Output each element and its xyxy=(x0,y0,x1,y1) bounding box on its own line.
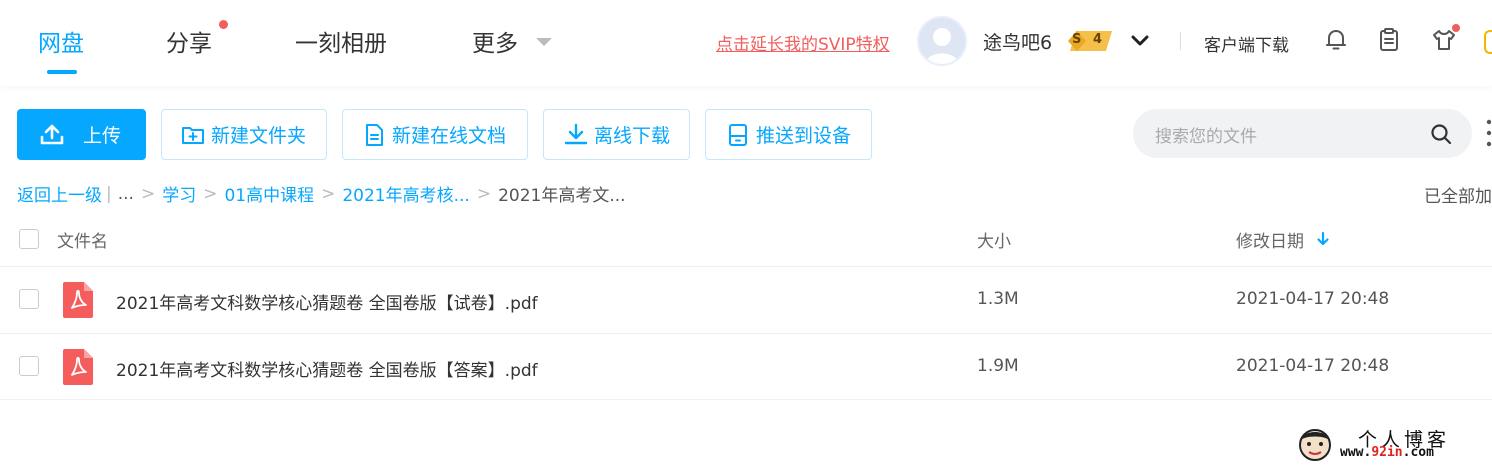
breadcrumb-separator: > xyxy=(476,183,492,204)
table-row[interactable]: 2021年高考文科数学核心猜题卷 全国卷版【答案】.pdf 1.9M 2021-… xyxy=(0,333,1492,400)
breadcrumb: 返回上一级 | ... > 学习 > 01高中课程 > 2021年高考核... … xyxy=(17,181,626,207)
document-icon xyxy=(366,123,383,146)
device-icon xyxy=(729,123,747,146)
file-size: 1.3M xyxy=(977,289,1019,309)
column-header-size[interactable]: 大小 xyxy=(977,227,1011,252)
clipboard-icon[interactable] xyxy=(1376,27,1402,53)
nav-tab-moment-album[interactable]: 一刻相册 xyxy=(295,24,387,58)
active-tab-indicator xyxy=(47,70,77,74)
skin-notification-dot xyxy=(1452,24,1460,32)
new-folder-label: 新建文件夹 xyxy=(211,125,307,147)
search-placeholder: 搜索您的文件 xyxy=(1155,127,1257,147)
file-name[interactable]: 2021年高考文科数学核心猜题卷 全国卷版【答案】.pdf xyxy=(116,356,538,381)
upload-label: 上传 xyxy=(83,125,122,147)
svip-level-badge: S 4 xyxy=(1066,30,1116,52)
folder-plus-icon xyxy=(182,126,204,144)
breadcrumb-item[interactable]: 2021年高考核... xyxy=(342,181,469,206)
pdf-file-icon xyxy=(63,282,93,318)
new-folder-button[interactable]: 新建文件夹 xyxy=(161,109,327,160)
breadcrumb-separator: > xyxy=(321,183,336,204)
upload-icon xyxy=(40,124,64,144)
breadcrumb-back[interactable]: 返回上一级 xyxy=(17,181,102,206)
row-checkbox[interactable] xyxy=(19,356,39,376)
file-name[interactable]: 2021年高考文科数学核心猜题卷 全国卷版【试卷】.pdf xyxy=(116,289,538,314)
breadcrumb-separator: > xyxy=(203,183,218,204)
watermark-url: www.92in.com xyxy=(1340,445,1434,460)
new-online-doc-button[interactable]: 新建在线文档 xyxy=(342,109,528,160)
header-divider xyxy=(1180,32,1181,50)
download-icon xyxy=(564,123,588,144)
search-icon[interactable] xyxy=(1429,122,1453,146)
sort-desc-arrow-icon[interactable] xyxy=(1316,231,1330,247)
pdf-file-icon xyxy=(63,349,93,385)
breadcrumb-separator: > xyxy=(140,183,156,204)
breadcrumb-item[interactable]: 学习 xyxy=(162,181,196,206)
column-header-name[interactable]: 文件名 xyxy=(57,227,108,252)
file-modified-date: 2021-04-17 20:48 xyxy=(1236,289,1390,309)
level-number: 4 xyxy=(1093,32,1103,47)
cartoon-face-logo-icon xyxy=(1299,429,1331,461)
watermark-url-suffix: .com xyxy=(1402,445,1434,460)
chevron-down-icon[interactable] xyxy=(1129,30,1151,52)
file-size: 1.9M xyxy=(977,356,1019,376)
level-prefix: S xyxy=(1072,32,1082,47)
select-all-checkbox[interactable] xyxy=(19,229,39,249)
breadcrumb-bar: | xyxy=(106,183,112,204)
caret-down-icon[interactable] xyxy=(536,38,552,46)
vip-icon[interactable] xyxy=(1484,30,1492,54)
avatar[interactable] xyxy=(917,16,967,66)
nav-tab-netdisk[interactable]: 网盘 xyxy=(38,24,84,58)
new-online-doc-label: 新建在线文档 xyxy=(392,125,507,147)
offline-download-label: 离线下载 xyxy=(594,125,671,147)
blog-watermark: 个人博客 www.92in.com xyxy=(1296,425,1486,463)
client-download-link[interactable]: 客户端下载 xyxy=(1204,31,1289,56)
username[interactable]: 途鸟吧6 xyxy=(983,28,1052,55)
push-to-device-label: 推送到设备 xyxy=(756,125,852,147)
share-notification-dot xyxy=(219,20,228,29)
table-row[interactable]: 2021年高考文科数学核心猜题卷 全国卷版【试卷】.pdf 1.3M 2021-… xyxy=(0,266,1492,333)
breadcrumb-current: 2021年高考文... xyxy=(498,186,626,206)
breadcrumb-item[interactable]: 01高中课程 xyxy=(224,181,314,206)
search-input[interactable]: 搜索您的文件 xyxy=(1133,109,1472,158)
more-options-icon[interactable] xyxy=(1486,118,1492,148)
watermark-url-prefix: www. xyxy=(1340,445,1372,460)
push-to-device-button[interactable]: 推送到设备 xyxy=(705,109,872,160)
upload-button[interactable]: 上传 xyxy=(17,109,146,160)
default-avatar-icon xyxy=(925,28,959,64)
watermark-url-mid: 92in xyxy=(1371,445,1403,460)
column-header-modified[interactable]: 修改日期 xyxy=(1236,227,1304,252)
loaded-all-status: 已全部加 xyxy=(1424,187,1492,207)
extend-svip-link[interactable]: 点击延长我的SVIP特权 xyxy=(716,30,890,55)
file-modified-date: 2021-04-17 20:48 xyxy=(1236,356,1390,376)
breadcrumb-ellipsis[interactable]: ... xyxy=(118,184,134,204)
offline-download-button[interactable]: 离线下载 xyxy=(543,109,690,160)
row-checkbox[interactable] xyxy=(19,289,39,309)
nav-tab-more[interactable]: 更多 xyxy=(472,24,518,58)
bell-icon[interactable] xyxy=(1323,27,1349,53)
top-navigation-bar: 网盘 分享 一刻相册 更多 点击延长我的SVIP特权 途鸟吧6 S 4 客户端下… xyxy=(0,0,1492,86)
nav-tab-share[interactable]: 分享 xyxy=(166,24,212,58)
